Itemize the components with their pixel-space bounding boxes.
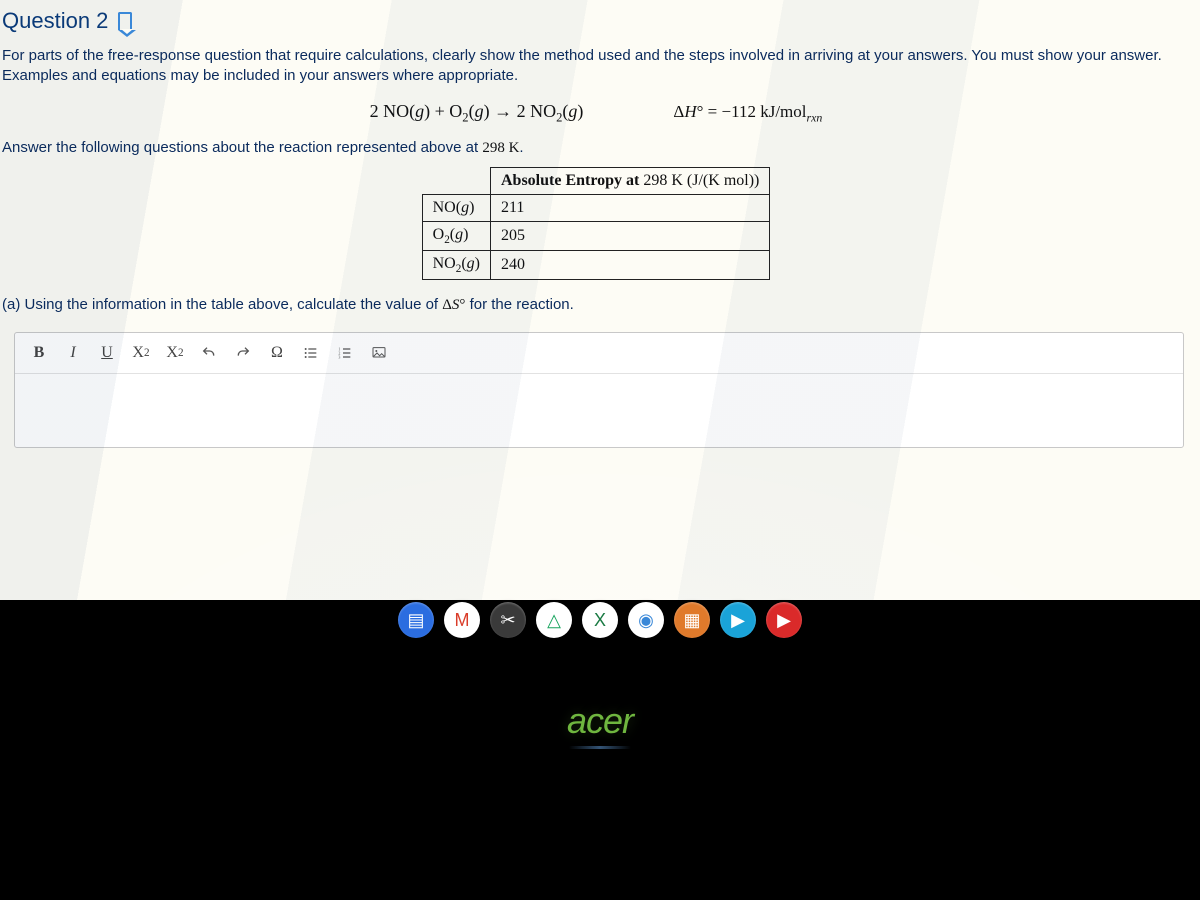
omega-button[interactable]: Ω <box>261 339 293 367</box>
table-header: Absolute Entropy at 298 K (J/(K mol)) <box>490 168 769 195</box>
delta-h-value: ΔH° = −112 kJ/molrxn <box>673 102 822 125</box>
os-taskbar: ▤ M ✂ △ X ◉ ▦ ▶ ▶ <box>0 596 1200 644</box>
chrome-icon[interactable]: ◉ <box>628 602 664 638</box>
species-cell: O2(g) <box>422 222 490 251</box>
table-row: NO2(g) 240 <box>422 251 770 280</box>
value-cell: 205 <box>490 222 769 251</box>
instructions-text: For parts of the free-response question … <box>0 46 1192 95</box>
subscript-button[interactable]: X2 <box>159 339 191 367</box>
docs-icon[interactable]: ▤ <box>398 602 434 638</box>
reaction-equation: 2 NO(g) + O2(g) → 2 NO2(g) ΔH° = −112 kJ… <box>0 95 1192 138</box>
undo-button[interactable] <box>193 339 225 367</box>
excel-icon[interactable]: X <box>582 602 618 638</box>
reaction-formula: 2 NO(g) + O2(g) → 2 NO2(g) <box>370 101 584 126</box>
bullet-list-icon <box>303 345 319 361</box>
context-prompt: Answer the following questions about the… <box>0 137 1192 167</box>
underline-button[interactable]: U <box>91 339 123 367</box>
drive-icon[interactable]: △ <box>536 602 572 638</box>
calendar-icon[interactable]: ▦ <box>674 602 710 638</box>
species-cell: NO2(g) <box>422 251 490 280</box>
svg-text:3: 3 <box>338 355 340 360</box>
species-cell: NO(g) <box>422 195 490 222</box>
bold-button[interactable]: B <box>23 339 55 367</box>
part-a-prompt: (a) Using the information in the table a… <box>0 294 1192 328</box>
redo-icon <box>235 345 251 361</box>
table-row: NO(g) 211 <box>422 195 770 222</box>
superscript-button[interactable]: X2 <box>125 339 157 367</box>
answer-editor[interactable]: B I U X2 X2 Ω 123 <box>14 332 1184 448</box>
editor-toolbar: B I U X2 X2 Ω 123 <box>15 333 1183 374</box>
image-button[interactable] <box>363 339 395 367</box>
laptop-brand-logo: acer <box>567 700 633 749</box>
value-cell: 240 <box>490 251 769 280</box>
question-panel: Question 2 For parts of the free-respons… <box>0 0 1200 600</box>
numbered-list-button[interactable]: 123 <box>329 339 361 367</box>
value-cell: 211 <box>490 195 769 222</box>
bookmark-icon[interactable] <box>118 12 132 30</box>
editor-textarea[interactable] <box>15 374 1183 447</box>
question-header: Question 2 <box>0 6 1192 46</box>
entropy-table: Absolute Entropy at 298 K (J/(K mol)) NO… <box>422 167 771 280</box>
undo-icon <box>201 345 217 361</box>
italic-button[interactable]: I <box>57 339 89 367</box>
gmail-icon[interactable]: M <box>444 602 480 638</box>
play-icon[interactable]: ▶ <box>720 602 756 638</box>
numbered-list-icon: 123 <box>337 345 353 361</box>
table-row: O2(g) 205 <box>422 222 770 251</box>
youtube-icon[interactable]: ▶ <box>766 602 802 638</box>
snip-icon[interactable]: ✂ <box>490 602 526 638</box>
redo-button[interactable] <box>227 339 259 367</box>
bullet-list-button[interactable] <box>295 339 327 367</box>
question-title: Question 2 <box>2 8 108 34</box>
table-blank-header <box>422 168 490 195</box>
image-icon <box>371 345 387 361</box>
